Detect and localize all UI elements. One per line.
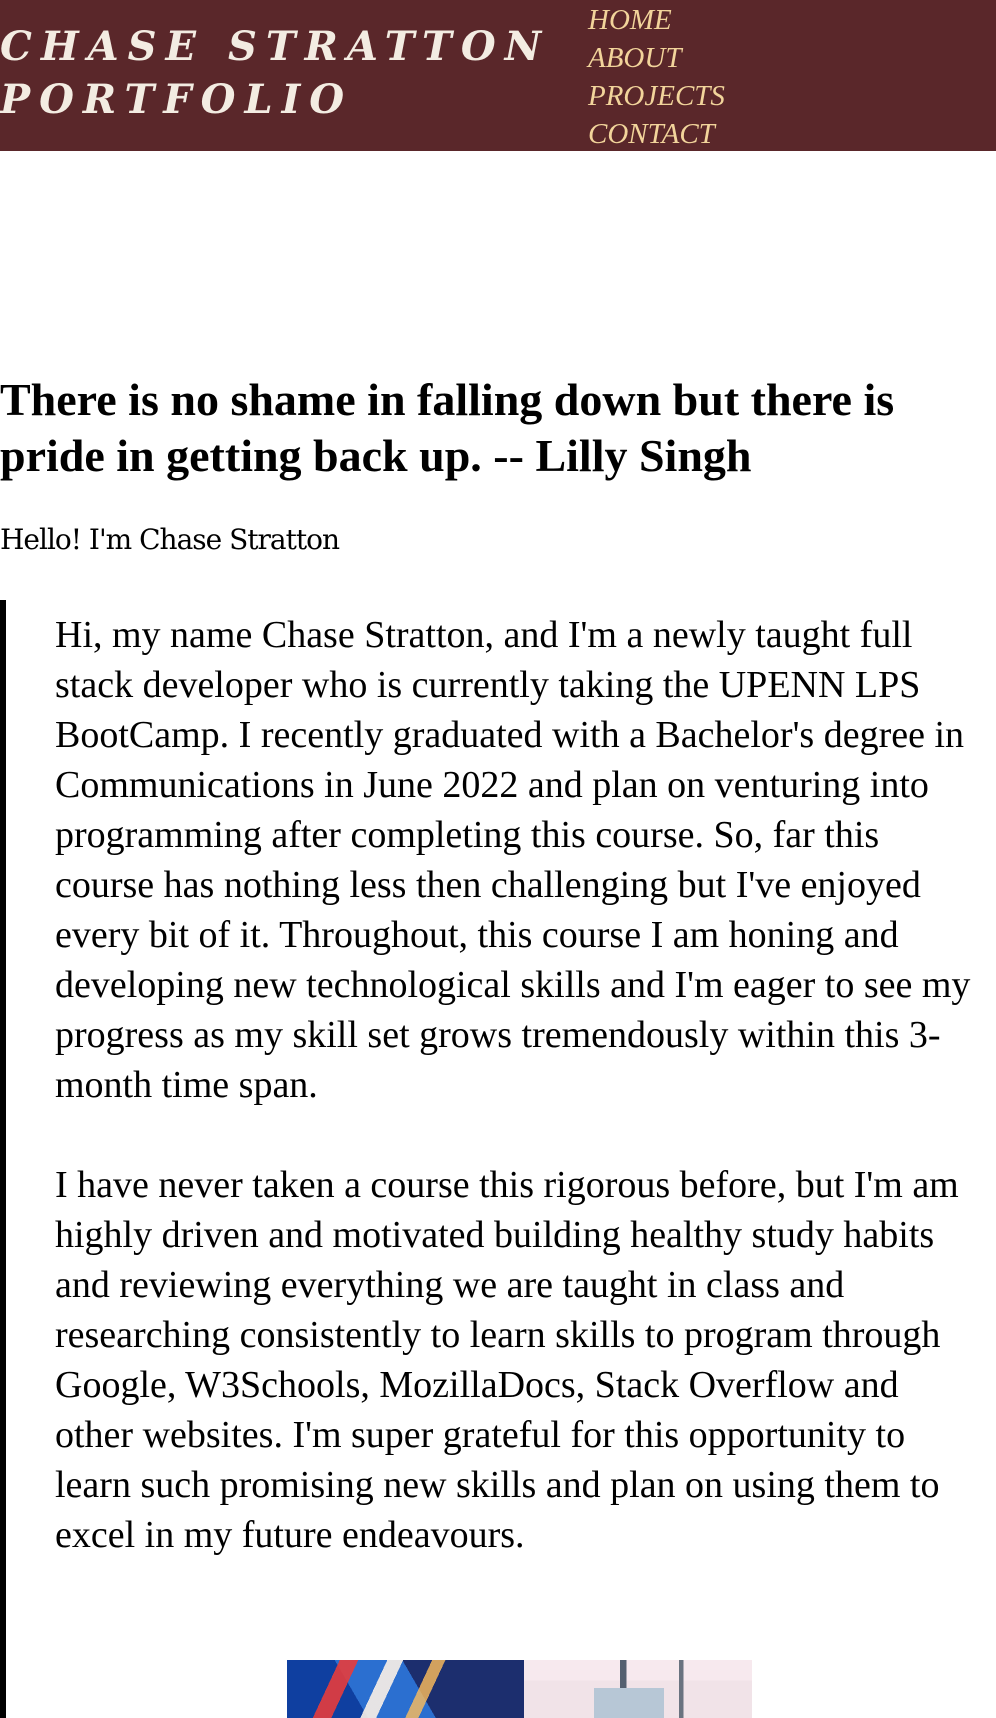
- about-text: Hi, my name Chase Stratton, and I'm a ne…: [55, 610, 985, 1560]
- nav-link-home[interactable]: HOME: [588, 1, 725, 39]
- site-title-line1: CHASE STRATTON: [0, 23, 551, 70]
- street-photo-image: [524, 1660, 752, 1718]
- site-header: CHASE STRATTON PORTFOLIO HOME ABOUT PROJ…: [0, 0, 996, 151]
- about-paragraph-2: I have never taken a course this rigorou…: [55, 1164, 959, 1556]
- main-nav: HOME ABOUT PROJECTS CONTACT: [588, 1, 725, 153]
- image-gallery: [287, 1660, 752, 1718]
- abstract-art-image: [287, 1660, 524, 1718]
- nav-link-projects[interactable]: PROJECTS: [588, 77, 725, 115]
- site-title-line2: PORTFOLIO: [0, 76, 354, 123]
- intro-greeting: Hello! I'm Chase Stratton: [0, 523, 340, 556]
- about-paragraph-1: Hi, my name Chase Stratton, and I'm a ne…: [55, 614, 971, 1106]
- site-title: CHASE STRATTON PORTFOLIO: [0, 20, 560, 126]
- building-shape: [594, 1688, 664, 1718]
- about-left-border: [0, 600, 6, 1718]
- about-section: Hi, my name Chase Stratton, and I'm a ne…: [0, 600, 996, 1718]
- hero-quote: There is no shame in falling down but th…: [0, 374, 895, 481]
- nav-link-contact[interactable]: CONTACT: [588, 115, 725, 153]
- nav-link-about[interactable]: ABOUT: [588, 39, 725, 77]
